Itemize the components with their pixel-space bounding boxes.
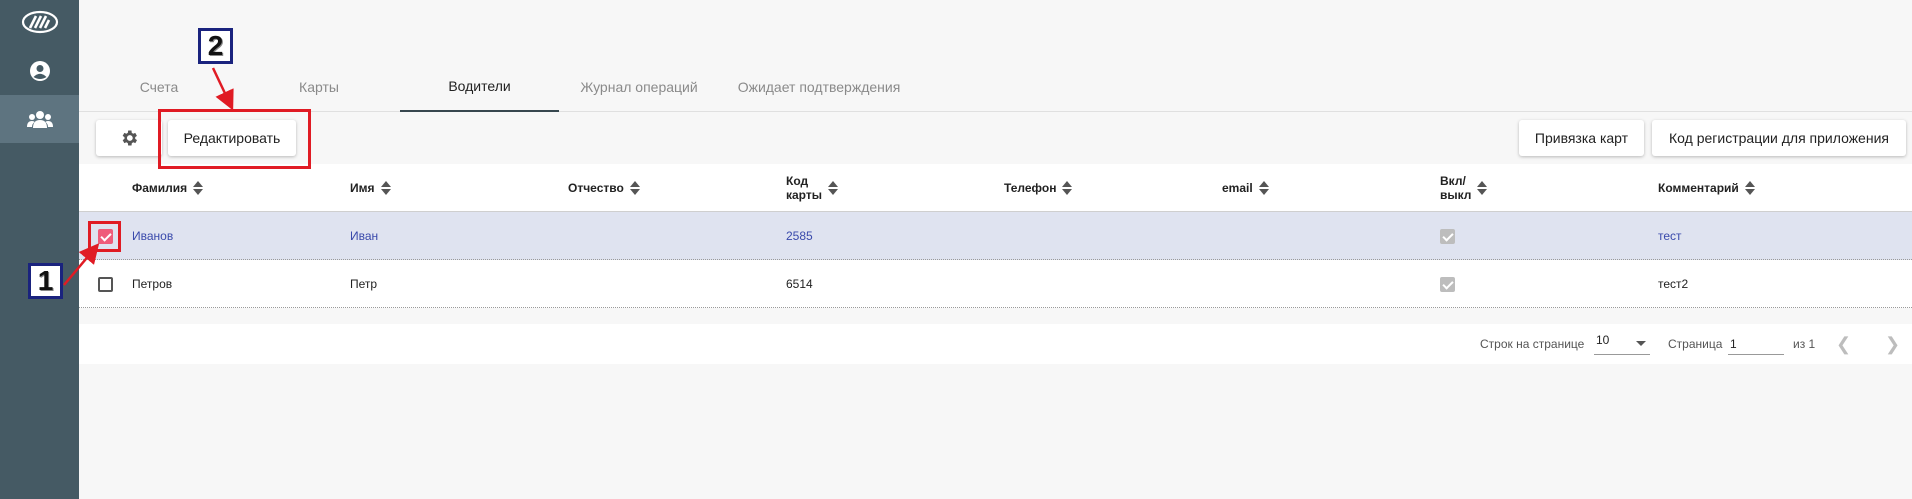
account-icon[interactable]	[0, 47, 79, 95]
cell-enabled	[1440, 212, 1455, 260]
sort-icon[interactable]	[1258, 181, 1269, 195]
sort-icon[interactable]	[1062, 181, 1073, 195]
sort-icon[interactable]	[827, 181, 838, 195]
page-number-input[interactable]: 1	[1728, 324, 1784, 364]
pagination: Строк на странице 10 Страница 1 из 1 ❮ ❯	[79, 324, 1912, 364]
tab-pending-confirmation[interactable]: Ожидает подтверждения	[719, 62, 919, 112]
tab-bar: Счета Карты Водители Журнал операций Ожи…	[79, 62, 1912, 112]
gear-icon	[122, 130, 137, 146]
column-email[interactable]: email	[1222, 164, 1269, 212]
edit-button[interactable]: Редактировать	[168, 120, 296, 156]
table-row[interactable]: Петров Петр 6514 тест2	[79, 260, 1912, 308]
enabled-checkbox-icon	[1440, 228, 1455, 244]
chevron-right-icon[interactable]: ❯	[1885, 324, 1900, 364]
settings-button[interactable]	[96, 120, 162, 156]
cell-first-name: Петр	[350, 277, 378, 291]
drivers-table: Фамилия Имя Отчество Код карты Телефон e…	[79, 164, 1912, 308]
toolbar: Редактировать Привязка карт Код регистра…	[79, 112, 1912, 164]
callout-1: 1	[28, 263, 63, 299]
column-last-name[interactable]: Фамилия	[132, 164, 204, 212]
callout-2: 2	[198, 28, 233, 64]
cell-card-code: 2585	[786, 229, 813, 243]
tab-drivers[interactable]: Водители	[400, 62, 559, 112]
users-group-icon[interactable]	[0, 95, 79, 143]
page-count-label: из 1	[1793, 337, 1816, 351]
table-row[interactable]: Иванов Иван 2585 тест	[79, 212, 1912, 260]
table-header: Фамилия Имя Отчество Код карты Телефон e…	[79, 164, 1912, 212]
column-card-code[interactable]: Код карты	[786, 164, 838, 212]
sort-icon[interactable]	[193, 181, 204, 195]
cell-comment: тест2	[1658, 277, 1689, 291]
rows-per-page-label: Строк на странице	[1480, 337, 1585, 351]
column-comment[interactable]: Комментарий	[1658, 164, 1755, 212]
sort-icon[interactable]	[1744, 181, 1755, 195]
chevron-left-icon[interactable]: ❮	[1836, 324, 1851, 364]
tab-cards[interactable]: Карты	[239, 62, 399, 112]
cell-card-code: 6514	[786, 277, 813, 291]
cell-first-name: Иван	[350, 229, 379, 243]
sort-icon[interactable]	[1477, 181, 1488, 195]
cell-last-name: Иванов	[132, 229, 174, 243]
cell-enabled	[1440, 260, 1455, 308]
sidebar	[0, 0, 79, 499]
column-first-name[interactable]: Имя	[350, 164, 391, 212]
logo-icon[interactable]	[0, 0, 79, 44]
cell-comment: тест	[1658, 229, 1682, 243]
row-select-checkbox[interactable]	[98, 212, 113, 260]
checkbox-checked-icon[interactable]	[98, 228, 113, 244]
bind-cards-button[interactable]: Привязка карт	[1519, 120, 1644, 156]
column-phone[interactable]: Телефон	[1004, 164, 1073, 212]
enabled-checkbox-icon	[1440, 276, 1455, 292]
tab-accounts[interactable]: Счета	[79, 62, 239, 112]
column-patronymic[interactable]: Отчество	[568, 164, 640, 212]
sort-icon[interactable]	[380, 181, 391, 195]
tab-operations-log[interactable]: Журнал операций	[559, 62, 719, 112]
page-label: Страница	[1668, 337, 1723, 351]
sort-icon[interactable]	[629, 181, 640, 195]
rows-per-page-select[interactable]: 10	[1594, 324, 1650, 364]
checkbox-unchecked-icon[interactable]	[98, 276, 113, 292]
main-content: Счета Карты Водители Журнал операций Ожи…	[79, 0, 1912, 499]
cell-last-name: Петров	[132, 277, 173, 291]
registration-code-button[interactable]: Код регистрации для приложения	[1652, 120, 1906, 156]
column-enabled[interactable]: Вкл/ выкл	[1440, 164, 1488, 212]
row-select-checkbox[interactable]	[98, 260, 113, 308]
